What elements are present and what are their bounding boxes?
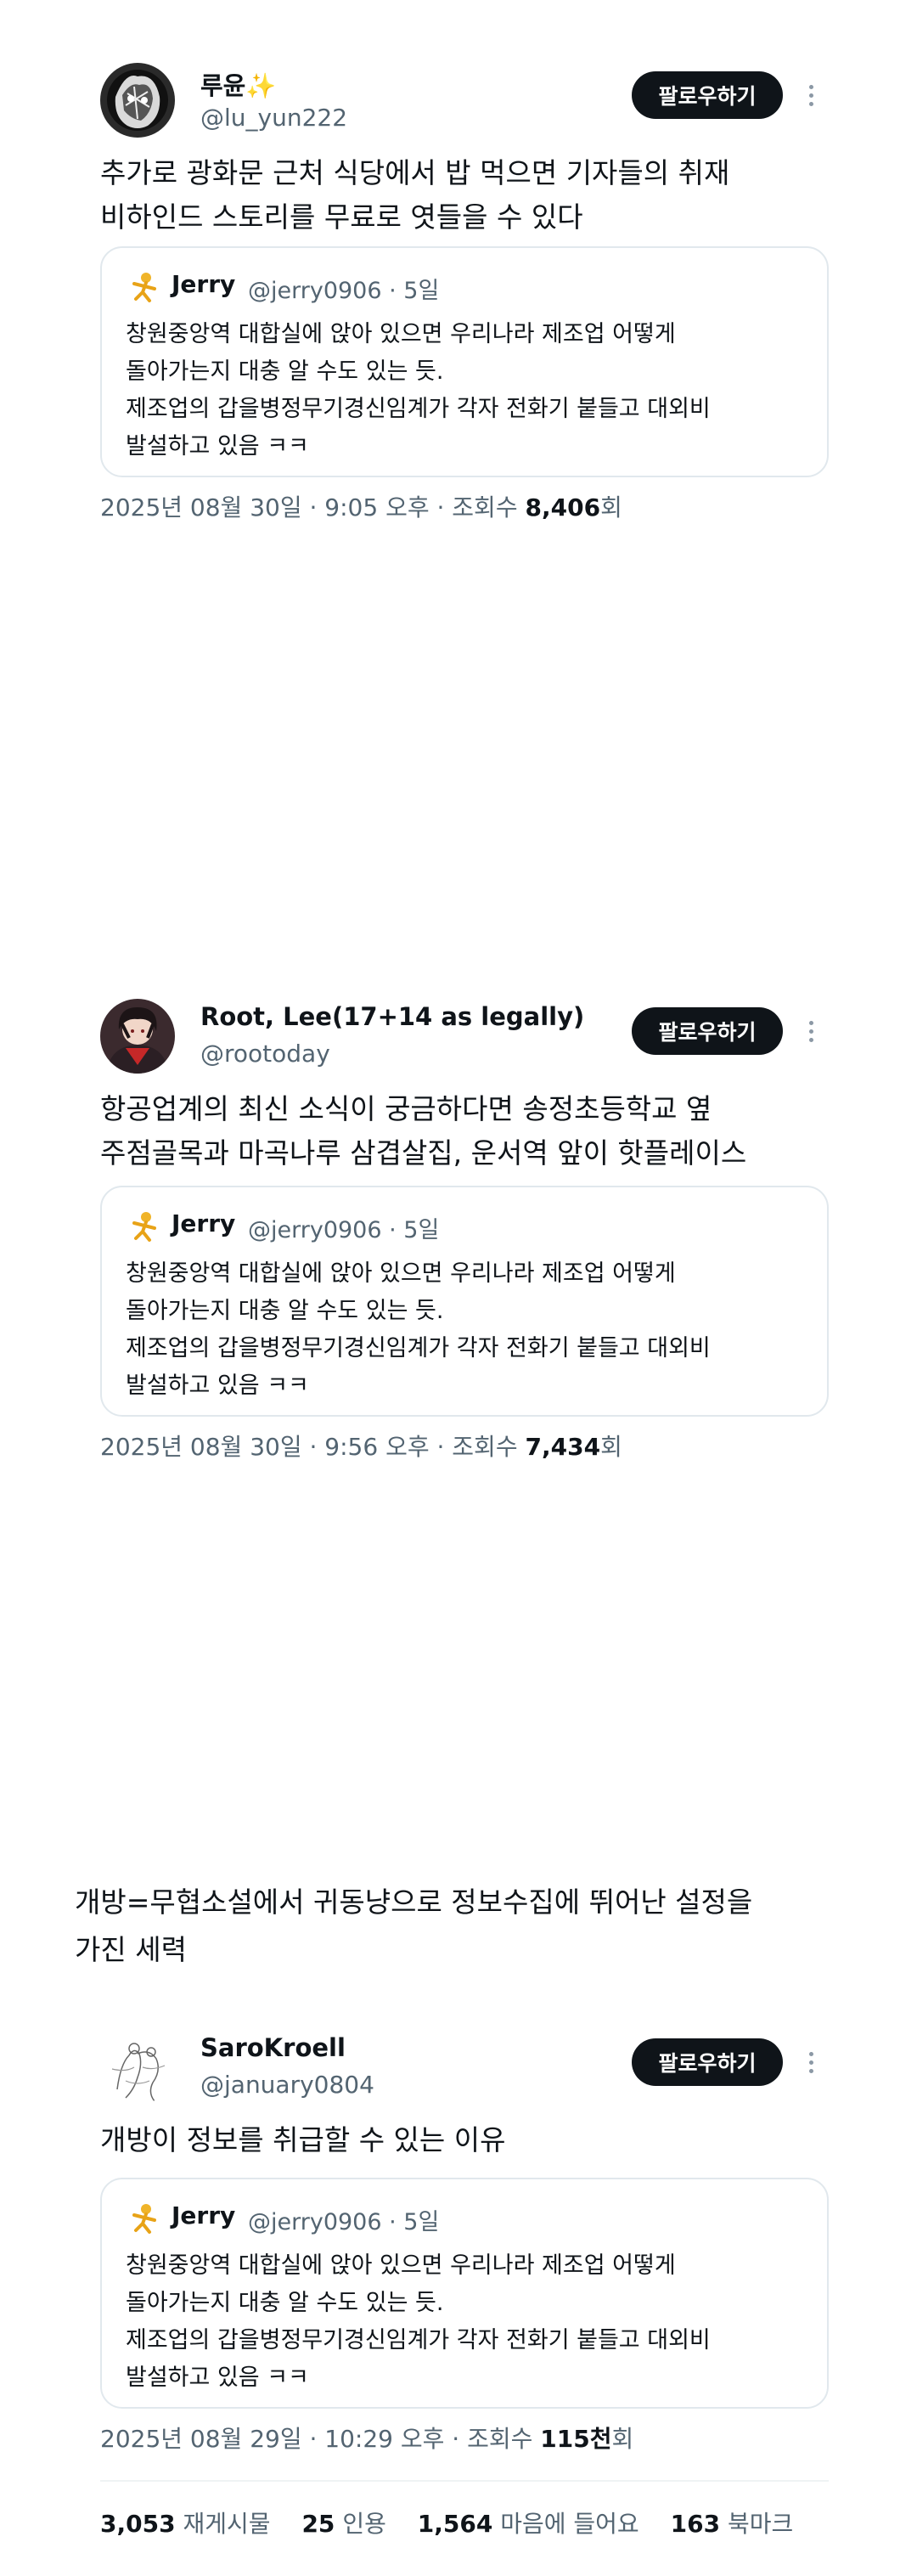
author-name[interactable]: Root, Lee(17+14 as legally) — [200, 1002, 584, 1031]
avatar-image — [100, 63, 175, 138]
post-timestamp[interactable]: 2025년 08월 30일 · 9:05 오후 · 조회수 8,406회 — [100, 489, 622, 523]
bookmarks-label[interactable]: 북마크 — [728, 2510, 793, 2538]
post-text: 항공업계의 최신 소식이 궁금하다면 송정초등학교 옆 주점골목과 마곡나루 삼… — [100, 1092, 747, 1170]
avatar-image — [100, 2030, 175, 2105]
post-timestamp[interactable]: 2025년 08월 29일 · 10:29 오후 · 조회수 115천회 — [100, 2421, 633, 2455]
quoted-post[interactable]: Jerry @jerry0906 · 5일 창원중앙역 대합실에 앉아 있으면 … — [100, 246, 829, 477]
view-count: 115천 — [540, 2425, 612, 2453]
timestamp-text: 2025년 08월 30일 · 9:56 오후 · 조회수 — [100, 1433, 526, 1461]
view-count-suffix: 회 — [611, 2425, 634, 2453]
quoted-text: 창원중앙역 대합실에 앉아 있으면 우리나라 제조업 어떻게 돌아가는지 대충 … — [126, 321, 711, 459]
view-count: 8,406 — [525, 493, 601, 521]
author-name[interactable]: SaroKroell — [200, 2033, 346, 2062]
post-text: 추가로 광화문 근처 식당에서 밥 먹으면 기자들의 취재 비하인드 스토리를 … — [100, 156, 730, 234]
quoted-author-meta: @jerry0906 · 5일 — [248, 1217, 440, 1243]
quoted-text: 창원중앙역 대합실에 앉아 있으면 우리나라 제조업 어떻게 돌아가는지 대충 … — [126, 2252, 711, 2391]
quoted-post[interactable]: Jerry @jerry0906 · 5일 창원중앙역 대합실에 앉아 있으면 … — [100, 1186, 829, 1417]
avatar[interactable] — [100, 63, 175, 138]
author-handle[interactable]: @january0804 — [200, 2071, 374, 2099]
likes-count[interactable]: 1,564 — [418, 2510, 493, 2538]
quotes-count[interactable]: 25 — [301, 2510, 335, 2538]
dancing-figure-icon — [132, 273, 156, 302]
post-text: 개방이 정보를 취급할 수 있는 이유 — [100, 2123, 506, 2156]
follow-button[interactable]: 팔로우하기 — [632, 1007, 783, 1055]
reposts-label[interactable]: 재게시물 — [183, 2510, 270, 2538]
follow-button[interactable]: 팔로우하기 — [632, 2038, 783, 2086]
dancing-figure-icon — [132, 1212, 156, 1242]
more-vertical-icon[interactable] — [798, 1014, 824, 1048]
view-count: 7,434 — [525, 1433, 601, 1461]
author-name[interactable]: 루윤✨ — [200, 66, 276, 102]
author-handle[interactable]: @rootoday — [200, 1040, 330, 1068]
quoted-author-name: Jerry — [172, 1209, 236, 1237]
section-caption: 개방=무협소설에서 귀동냥으로 정보수집에 뛰어난 설정을 가진 세력 — [75, 1885, 753, 1966]
follow-button[interactable]: 팔로우하기 — [632, 71, 783, 119]
divider — [100, 2480, 829, 2482]
author-handle[interactable]: @lu_yun222 — [200, 104, 347, 132]
quoted-author-name: Jerry — [172, 2201, 236, 2229]
quotes-label[interactable]: 인용 — [342, 2510, 386, 2538]
avatar[interactable] — [100, 999, 175, 1074]
post-timestamp[interactable]: 2025년 08월 30일 · 9:56 오후 · 조회수 7,434회 — [100, 1429, 622, 1463]
timestamp-text: 2025년 08월 29일 · 10:29 오후 · 조회수 — [100, 2425, 541, 2453]
quoted-post[interactable]: Jerry @jerry0906 · 5일 창원중앙역 대합실에 앉아 있으면 … — [100, 2178, 829, 2409]
quoted-author-meta: @jerry0906 · 5일 — [248, 2209, 440, 2235]
quoted-author-name: Jerry — [172, 270, 236, 298]
quoted-text: 창원중앙역 대합실에 앉아 있으면 우리나라 제조업 어떻게 돌아가는지 대충 … — [126, 1260, 711, 1399]
dancing-figure-icon — [132, 2204, 156, 2234]
avatar-image — [100, 999, 175, 1074]
quoted-author-meta: @jerry0906 · 5일 — [248, 278, 440, 304]
view-count-suffix: 회 — [600, 1433, 622, 1461]
engagement-stats: 3,053 재게시물 25 인용 1,564 마음에 들어요 163 북마크 — [100, 2506, 817, 2539]
avatar[interactable] — [100, 2030, 175, 2105]
more-vertical-icon[interactable] — [798, 2045, 824, 2079]
reposts-count[interactable]: 3,053 — [100, 2510, 176, 2538]
timestamp-text: 2025년 08월 30일 · 9:05 오후 · 조회수 — [100, 493, 526, 521]
more-vertical-icon[interactable] — [798, 78, 824, 112]
view-count-suffix: 회 — [600, 493, 622, 521]
bookmarks-count[interactable]: 163 — [671, 2510, 720, 2538]
likes-label[interactable]: 마음에 들어요 — [500, 2510, 639, 2538]
